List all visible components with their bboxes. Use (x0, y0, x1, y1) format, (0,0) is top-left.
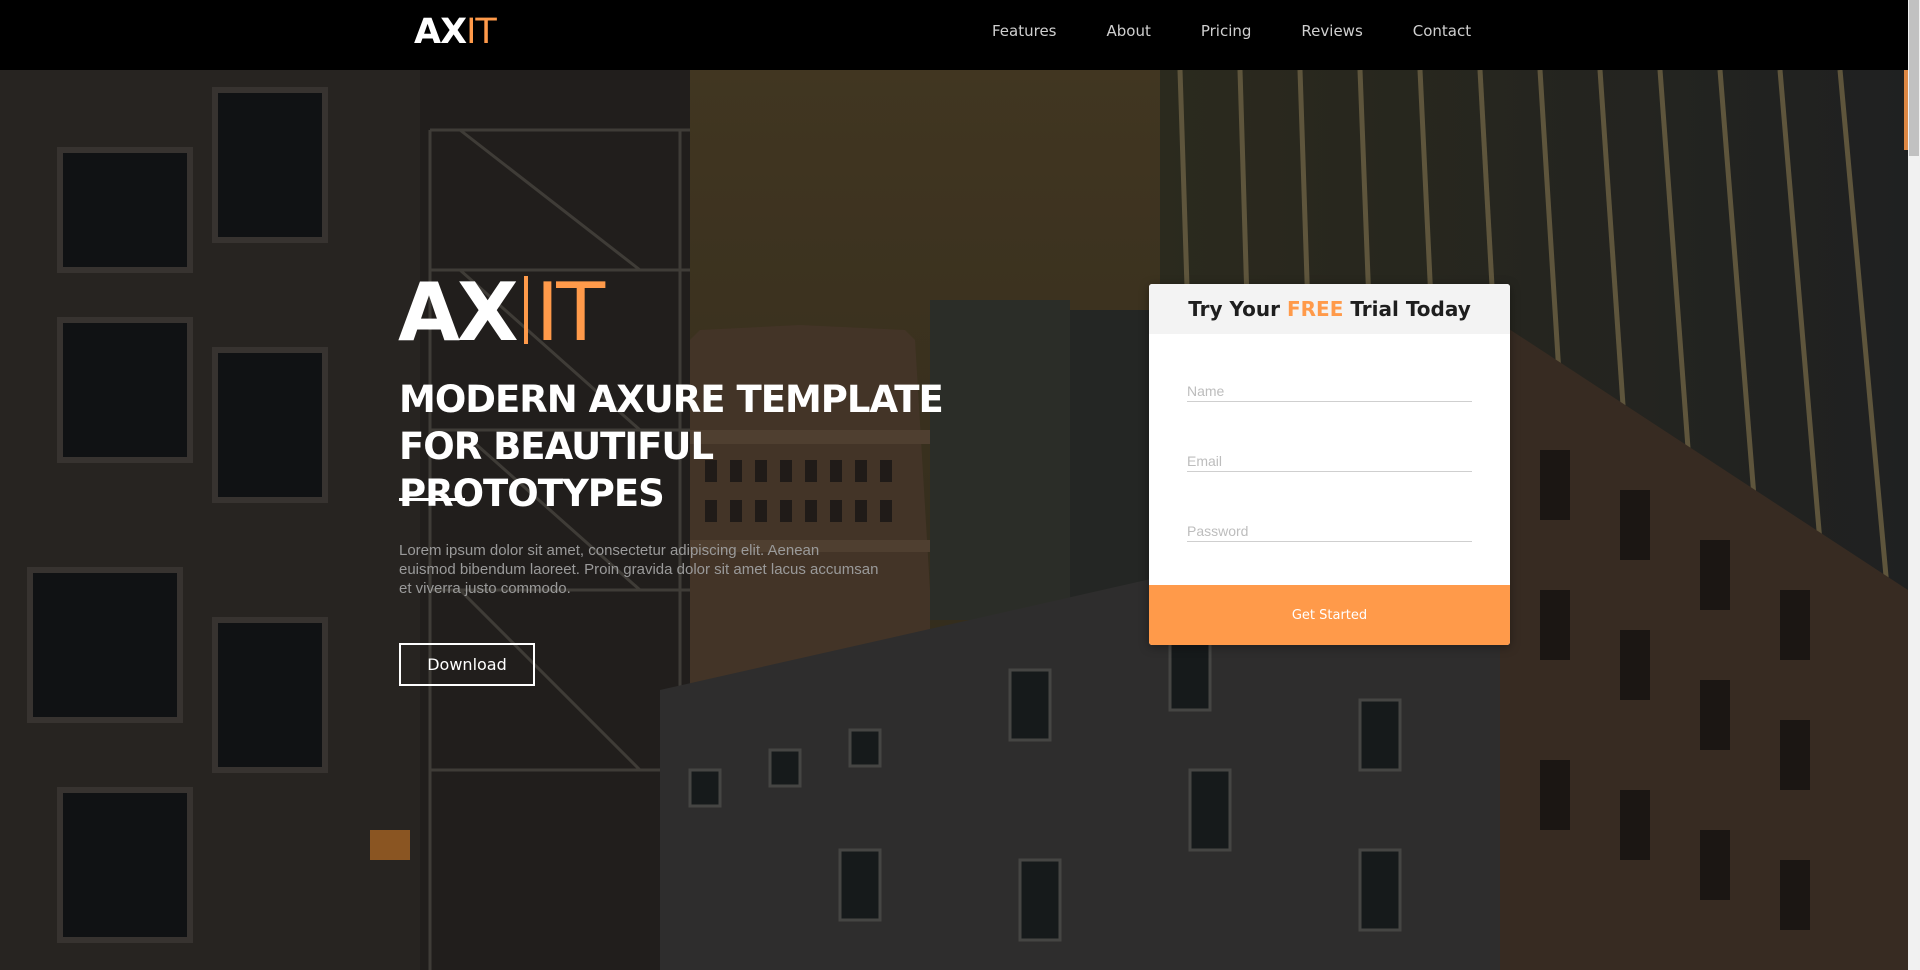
nav-link-features[interactable]: Features (992, 22, 1057, 40)
hero-logo-separator (523, 276, 528, 344)
trial-title-suffix: Trial Today (1343, 297, 1471, 321)
trial-title-free: FREE (1286, 297, 1344, 321)
password-field[interactable] (1187, 516, 1472, 542)
name-field[interactable] (1187, 376, 1472, 402)
trial-signup-form: Try Your FREE Trial Today Get Started (1149, 284, 1510, 645)
scrollbar-thumb[interactable] (1909, 0, 1919, 156)
hero-headline: MODERN AXURE TEMPLATE FOR BEAUTIFUL PROT… (399, 376, 959, 517)
nav-link-about[interactable]: About (1107, 22, 1151, 40)
vertical-scrollbar[interactable] (1908, 0, 1920, 970)
hero-headline-line2: FOR BEAUTIFUL PROTOTYPES (399, 425, 714, 515)
logo-text-it: IT (466, 12, 497, 52)
hero-description: Lorem ipsum dolor sit amet, consectetur … (399, 542, 879, 597)
nav-link-contact[interactable]: Contact (1413, 22, 1471, 40)
hero-overlay (0, 70, 1908, 970)
hero-logo-it: IT (535, 266, 605, 359)
hero-headline-line1: MODERN AXURE TEMPLATE (399, 378, 944, 421)
nav-link-pricing[interactable]: Pricing (1201, 22, 1252, 40)
nav-menu: Features About Pricing Reviews Contact (992, 22, 1471, 40)
navbar-logo[interactable]: AXIT (414, 12, 497, 52)
trial-form-title: Try Your FREE Trial Today (1149, 284, 1510, 334)
top-navbar: AXIT Features About Pricing Reviews Cont… (0, 0, 1908, 70)
logo-text-ax: AX (414, 12, 467, 52)
hero-divider (399, 498, 465, 501)
download-button[interactable]: Download (399, 643, 535, 686)
hero-section (0, 70, 1908, 970)
email-field[interactable] (1187, 446, 1472, 472)
nav-link-reviews[interactable]: Reviews (1301, 22, 1362, 40)
hero-logo: AX IT (398, 266, 605, 359)
trial-title-prefix: Try Your (1188, 297, 1287, 321)
get-started-button[interactable]: Get Started (1149, 585, 1510, 645)
hero-logo-ax: AX (398, 266, 519, 359)
